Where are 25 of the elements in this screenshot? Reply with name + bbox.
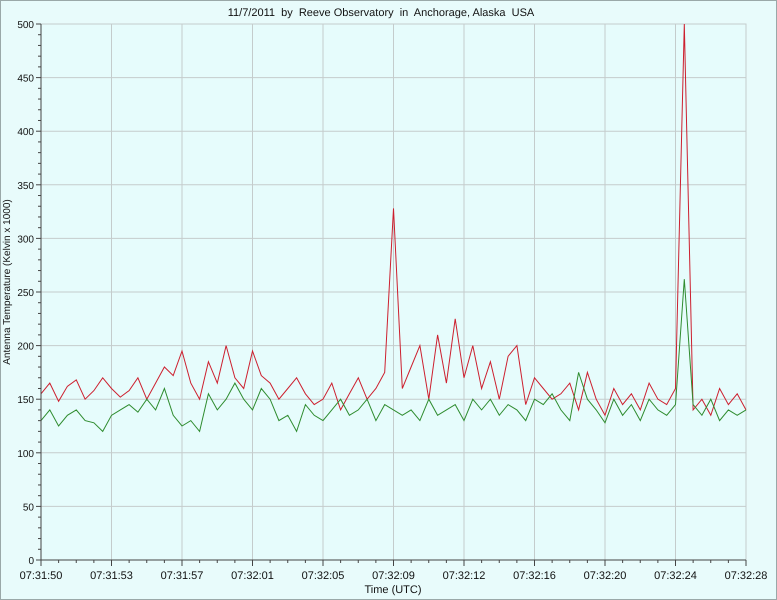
- x-tick-label: 07:32:12: [442, 570, 486, 582]
- x-tick-label: 07:32:20: [584, 570, 626, 582]
- y-tick-label: 450: [17, 74, 34, 85]
- y-tick-label: 350: [17, 180, 34, 192]
- chart-title: 11/7/2011 by Reeve Observatory in Anchorage, Alaska USA: [228, 7, 534, 19]
- x-tick-label: 07:32:01: [231, 570, 274, 582]
- x-tick-label: 07:32:09: [372, 570, 415, 582]
- x-tick-label: 07:32:24: [654, 570, 697, 582]
- x-tick-label: 07:31:53: [90, 570, 133, 582]
- y-tick-label: 500: [17, 20, 34, 31]
- y-tick-label: 0: [28, 556, 34, 567]
- y-tick-label: 300: [17, 234, 34, 246]
- x-tick-label: 07:31:57: [160, 570, 204, 582]
- y-tick-label: 150: [17, 395, 34, 406]
- x-tick-label: 07:32:28: [724, 570, 768, 582]
- y-tick-label: 250: [17, 288, 34, 299]
- y-axis-label: Antenna Temperature (Kelvin x 1000): [2, 199, 13, 365]
- x-axis-label: Time (UTC): [364, 584, 422, 596]
- x-tick-label: 07:32:05: [302, 570, 344, 582]
- y-tick-label: 50: [22, 502, 34, 514]
- y-tick-label: 100: [17, 448, 34, 460]
- y-tick-label: 400: [17, 127, 34, 138]
- x-tick-label: 07:32:16: [513, 570, 556, 582]
- y-tick-label: 200: [17, 342, 34, 353]
- x-tick-label: 07:31:50: [20, 570, 62, 582]
